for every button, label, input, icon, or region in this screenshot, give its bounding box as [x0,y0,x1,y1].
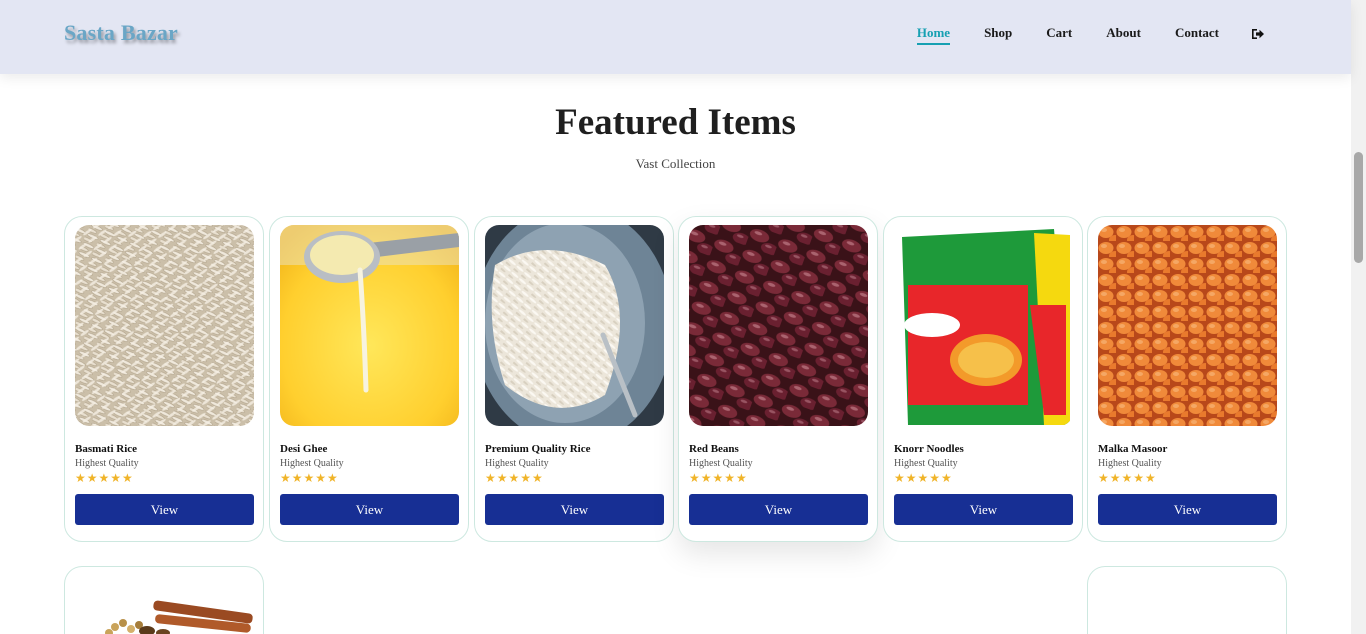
rating-stars-icon: ★★★★★ [485,471,544,485]
rating-stars-icon: ★★★★★ [280,471,339,485]
section-subtitle: Vast Collection [635,156,716,171]
rating-stars-icon: ★★★★★ [894,471,953,485]
view-button[interactable]: View [75,494,254,525]
product-name: Knorr Noodles [894,443,964,455]
product-image[interactable] [75,589,254,634]
view-button[interactable]: View [689,494,868,525]
product-name: Desi Ghee [280,443,328,455]
nav-about[interactable]: About [1106,25,1141,41]
product-card[interactable]: Basmati Rice Highest Quality ★★★★★ View [64,216,264,542]
product-card[interactable] [64,566,264,634]
main-nav: Home Shop Cart About Contact [883,25,1265,45]
nav-shop[interactable]: Shop [984,25,1012,41]
nav-contact[interactable]: Contact [1175,25,1219,41]
nav-cart[interactable]: Cart [1046,25,1072,41]
view-button[interactable]: View [1098,494,1277,525]
page-scrollbar[interactable] [1351,0,1366,634]
product-image[interactable] [75,225,254,426]
rating-stars-icon: ★★★★★ [1098,471,1157,485]
product-image[interactable] [894,225,1073,426]
rating-stars-icon: ★★★★★ [689,471,748,485]
product-name: Malka Masoor [1098,443,1168,455]
view-button[interactable]: View [485,494,664,525]
product-name: Premium Quality Rice [485,443,591,455]
sign-out-icon[interactable] [1251,27,1265,39]
product-name: Basmati Rice [75,443,138,455]
scrollbar-thumb[interactable] [1354,152,1363,263]
product-quality: Highest Quality [894,458,958,469]
product-card[interactable]: Red Beans Highest Quality ★★★★★ View [678,216,878,542]
nav-home[interactable]: Home [916,25,951,45]
product-card[interactable]: Desi Ghee Highest Quality ★★★★★ View [269,216,469,542]
product-card[interactable]: Malka Masoor Highest Quality ★★★★★ View [1087,216,1287,542]
product-quality: Highest Quality [75,458,139,469]
site-header: Sasta Bazar Home Shop Cart About Contact [0,0,1351,74]
product-card[interactable]: Knorr Noodles Highest Quality ★★★★★ View [883,216,1083,542]
product-image[interactable] [280,225,459,426]
product-quality: Highest Quality [485,458,549,469]
brand-logo[interactable]: Sasta Bazar [64,20,178,46]
product-image[interactable] [1098,225,1277,426]
product-quality: Highest Quality [1098,458,1162,469]
product-name: Red Beans [689,443,739,455]
product-image[interactable] [485,225,664,426]
view-button[interactable]: View [894,494,1073,525]
section-title: Featured Items [555,102,796,143]
product-quality: Highest Quality [689,458,753,469]
product-quality: Highest Quality [280,458,344,469]
product-card[interactable]: Premium Quality Rice Highest Quality ★★★… [474,216,674,542]
product-card[interactable] [1087,566,1287,634]
rating-stars-icon: ★★★★★ [75,471,134,485]
view-button[interactable]: View [280,494,459,525]
product-image[interactable] [689,225,868,426]
